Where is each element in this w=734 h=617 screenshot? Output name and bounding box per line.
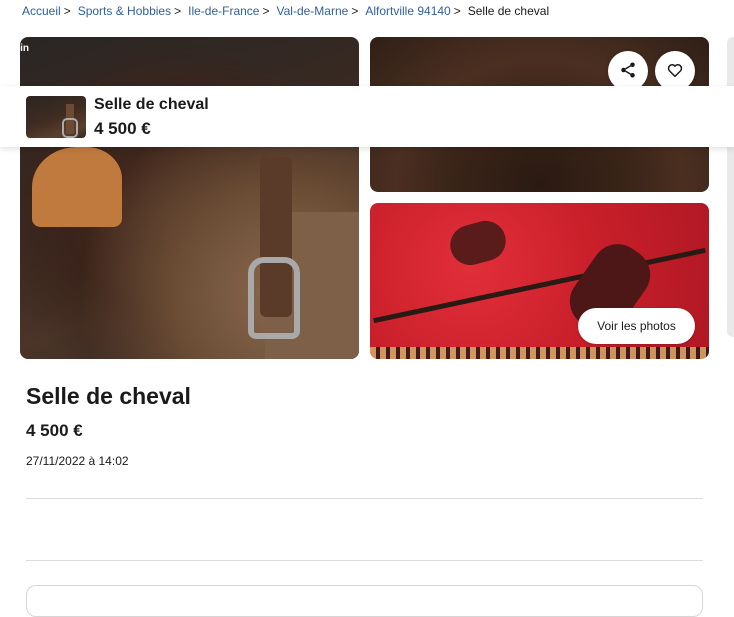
sticky-thumbnail[interactable]: [26, 96, 86, 138]
divider: [26, 498, 703, 499]
divider: [26, 560, 703, 561]
photo-overlay-text: oin: [14, 43, 29, 54]
breadcrumb-current: Selle de cheval: [467, 4, 550, 18]
photo-detail-fur: [445, 216, 511, 270]
breadcrumb-link-department[interactable]: Val-de-Marne: [277, 4, 349, 18]
breadcrumb-separator: >: [63, 4, 71, 18]
favorite-button[interactable]: [655, 51, 695, 91]
listing-title: Selle de cheval: [26, 383, 191, 409]
listing-date: 27/11/2022 à 14:02: [26, 454, 129, 468]
share-icon: [619, 61, 637, 82]
breadcrumb-link-city[interactable]: Alfortville 94140: [365, 4, 450, 18]
share-button[interactable]: [608, 51, 648, 91]
breadcrumb-separator: >: [453, 4, 461, 18]
sticky-price: 4 500 €: [94, 119, 151, 138]
breadcrumb: Accueil > Sports & Hobbies > Ile-de-France > V…: [22, 3, 549, 19]
breadcrumb-link-home[interactable]: Accueil: [22, 4, 61, 18]
thumbnail-detail-stirrup: [62, 118, 78, 138]
photo-detail-wood: [32, 147, 122, 227]
breadcrumb-separator: >: [174, 4, 182, 18]
sticky-header: Selle de cheval 4 500 €: [0, 86, 734, 147]
breadcrumb-separator: >: [351, 4, 359, 18]
next-photo-peek[interactable]: [727, 37, 734, 337]
breadcrumb-link-category[interactable]: Sports & Hobbies: [78, 4, 171, 18]
heart-icon: [666, 61, 684, 82]
info-card: [26, 585, 703, 617]
sticky-title: Selle de cheval: [94, 96, 209, 113]
photo-detail-trim: [370, 347, 709, 359]
listing-price: 4 500 €: [26, 421, 83, 440]
see-photos-button[interactable]: Voir les photos: [578, 308, 695, 344]
breadcrumb-link-region[interactable]: Ile-de-France: [188, 4, 259, 18]
breadcrumb-separator: >: [262, 4, 270, 18]
photo-detail-stirrup: [248, 257, 300, 339]
